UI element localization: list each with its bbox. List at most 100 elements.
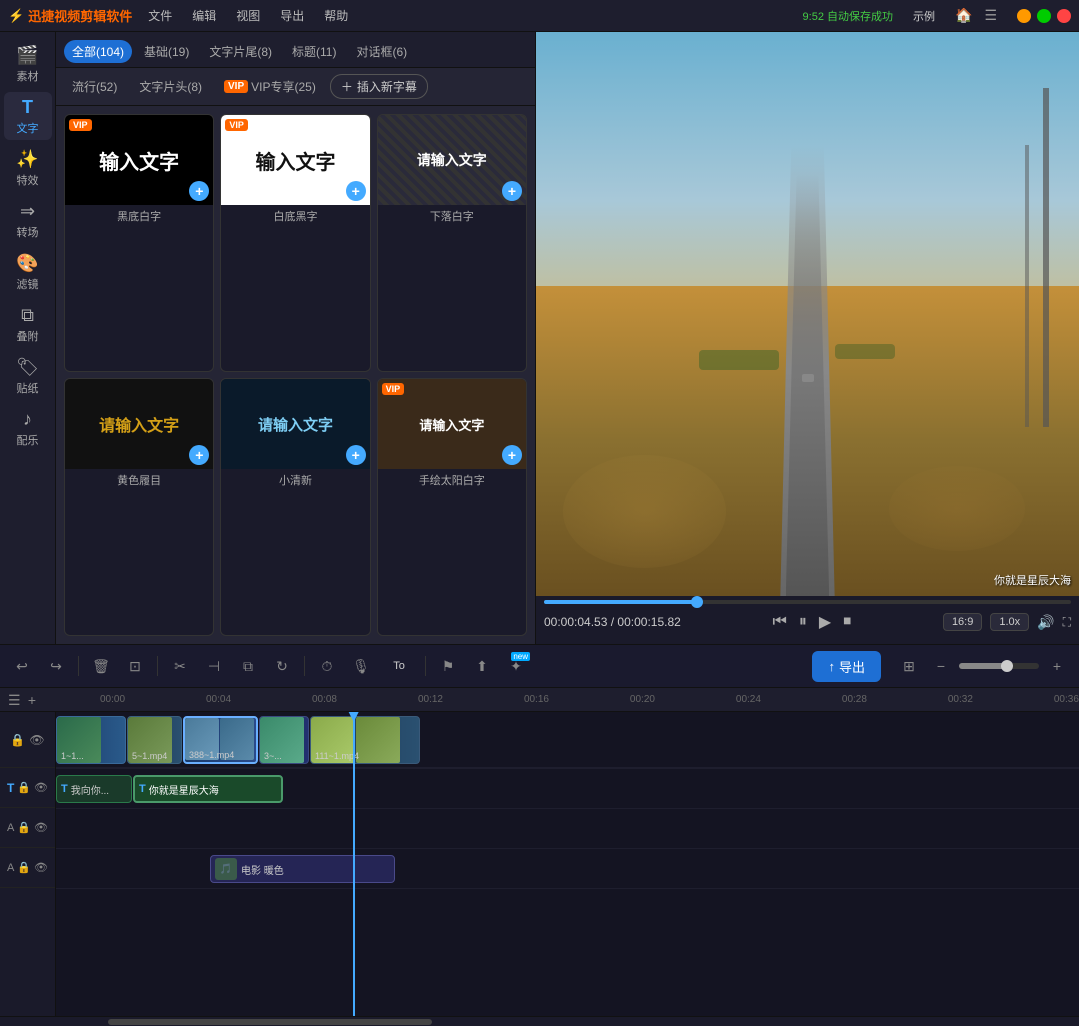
text-track2-lock-icon[interactable]: 🔒 xyxy=(17,821,31,834)
menu-icon[interactable]: ☰ xyxy=(984,7,997,24)
asset-text-3: 请输入文字 xyxy=(417,150,487,170)
music-track-eye-icon[interactable]: 👁 xyxy=(34,861,48,874)
asset-add-3[interactable]: + xyxy=(502,181,522,201)
sidebar-item-filter[interactable]: 🎨 滤镜 xyxy=(4,248,52,296)
asset-text-4: 请输入文字 xyxy=(99,412,179,436)
music-track-lock-icon[interactable]: 🔒 xyxy=(17,861,31,874)
menu-help[interactable]: 帮助 xyxy=(324,7,348,24)
crop-button[interactable]: ⊡ xyxy=(121,652,149,680)
menu-lines-icon[interactable]: ☰ xyxy=(8,692,21,708)
flag-button[interactable]: ⚑ xyxy=(434,652,462,680)
split-button[interactable]: ⊣ xyxy=(200,652,228,680)
asset-item-transparent[interactable]: 请输入文字 + 下落白字 xyxy=(377,114,527,372)
to-button[interactable]: To xyxy=(381,652,417,680)
ruler-time-5: 00:20 xyxy=(630,694,655,705)
cut-button[interactable]: ✂ xyxy=(166,652,194,680)
redo-button[interactable]: ↪ xyxy=(42,652,70,680)
sidebar-item-sticker[interactable]: 🏷 贴纸 xyxy=(4,352,52,400)
timeline-scrollbar[interactable] xyxy=(0,1016,1079,1026)
play-button[interactable]: ▶ xyxy=(819,612,831,632)
progress-track[interactable] xyxy=(544,600,1071,604)
maximize-button[interactable] xyxy=(1037,9,1051,23)
insert-subtitle-button[interactable]: ＋ 插入新字幕 xyxy=(330,74,428,99)
bottom-area: ↩ ↪ 🗑 ⊡ ✂ ⊣ ⧉ ↻ ⏱ 🎙 To ⚑ ⬆ ✦ new ↑ 导出 ⊞ … xyxy=(0,644,1079,1026)
transition-icon: ⇒ xyxy=(20,201,35,222)
track-controls: 🔒 👁 T 🔒 👁 A 🔒 👁 A 🔒 xyxy=(0,712,56,1016)
ratio-selector[interactable]: 16:9 xyxy=(943,613,982,631)
copy-button[interactable]: ⧉ xyxy=(234,652,262,680)
sidebar-item-effects[interactable]: ✨ 特效 xyxy=(4,144,52,192)
skip-back-button[interactable]: ⏮ xyxy=(773,613,787,631)
save-status: 9:52 自动保存成功 xyxy=(803,8,893,24)
menu-edit[interactable]: 编辑 xyxy=(192,7,216,24)
text-clip-1[interactable]: T 我向你... xyxy=(56,775,132,803)
text-clip-label-2: 你就是星辰大海 xyxy=(149,782,219,797)
new-button[interactable]: ✦ new xyxy=(502,652,530,680)
asset-item-yellow[interactable]: 请输入文字 + 黄色履目 xyxy=(64,378,214,636)
tab-all[interactable]: 全部(104) xyxy=(64,40,132,63)
share-button[interactable]: ⬆ xyxy=(468,652,496,680)
asset-add-6[interactable]: + xyxy=(502,445,522,465)
sidebar-item-overlay[interactable]: ⧉ 叠附 xyxy=(4,300,52,348)
sidebar-label-effects: 特效 xyxy=(17,172,39,188)
timeline-scroll-thumb[interactable] xyxy=(108,1019,432,1025)
subtab-text-head[interactable]: 文字片头(8) xyxy=(131,76,210,97)
delete-button[interactable]: 🗑 xyxy=(87,652,115,680)
playback-right: 16:9 1.0x 🔊 ⛶ xyxy=(943,613,1071,631)
asset-item-white-black[interactable]: VIP 输入文字 + 白底黑字 xyxy=(220,114,370,372)
text-track-row-1: T 我向你... T 你就是星辰大海 xyxy=(56,769,1079,809)
asset-item-black-white[interactable]: VIP 输入文字 + 黑底白字 xyxy=(64,114,214,372)
subtab-popular[interactable]: 流行(52) xyxy=(64,76,125,97)
asset-item-cyan[interactable]: 请输入文字 + 小清新 xyxy=(220,378,370,636)
stop-button[interactable]: ⏹ xyxy=(843,613,851,631)
tab-dialog[interactable]: 对话框(6) xyxy=(348,40,415,63)
minimize-button[interactable] xyxy=(1017,9,1031,23)
subtab-vip[interactable]: VIP VIP专享(25) xyxy=(216,76,324,97)
zoom-in-button[interactable]: + xyxy=(1043,652,1071,680)
volume-icon[interactable]: 🔊 xyxy=(1037,614,1054,631)
record-button[interactable]: 🎙 xyxy=(347,652,375,680)
video-lock-icon[interactable]: 🔒 xyxy=(10,733,25,747)
zoom-slider[interactable] xyxy=(959,663,1039,669)
video-clip-1[interactable]: 1~1... xyxy=(56,716,126,764)
asset-add-5[interactable]: + xyxy=(346,445,366,465)
pause-button[interactable]: ⏸ xyxy=(799,613,807,631)
menu-export[interactable]: 导出 xyxy=(280,7,304,24)
undo-button[interactable]: ↩ xyxy=(8,652,36,680)
sidebar-item-text[interactable]: T 文字 xyxy=(4,92,52,140)
asset-add-2[interactable]: + xyxy=(346,181,366,201)
grid-view-button[interactable]: ⊞ xyxy=(895,652,923,680)
asset-add-1[interactable]: + xyxy=(189,181,209,201)
text-track-lock-icon[interactable]: 🔒 xyxy=(17,781,31,794)
sidebar-item-music[interactable]: ♪ 配乐 xyxy=(4,404,52,452)
asset-item-vip-sun[interactable]: VIP 请输入文字 + 手绘太阳白字 xyxy=(377,378,527,636)
tab-text-ending[interactable]: 文字片尾(8) xyxy=(201,40,280,63)
home-icon[interactable]: 🏠 xyxy=(955,7,972,24)
fullscreen-button[interactable]: ⛶ xyxy=(1063,615,1071,630)
asset-add-4[interactable]: + xyxy=(189,445,209,465)
close-button[interactable] xyxy=(1057,9,1071,23)
time-button[interactable]: ⏱ xyxy=(313,652,341,680)
video-clip-3[interactable]: 388~1.mp4 xyxy=(183,716,258,764)
zoom-out-button[interactable]: − xyxy=(927,652,955,680)
menu-file[interactable]: 文件 xyxy=(148,7,172,24)
video-clip-5[interactable]: 111~1.mp4 xyxy=(310,716,420,764)
video-clip-4[interactable]: 3~... xyxy=(259,716,309,764)
sidebar-item-transition[interactable]: ⇒ 转场 xyxy=(4,196,52,244)
text-track2-eye-icon[interactable]: 👁 xyxy=(34,821,48,834)
speed-selector[interactable]: 1.0x xyxy=(990,613,1029,631)
tab-title[interactable]: 标题(11) xyxy=(284,40,344,63)
video-eye-icon[interactable]: 👁 xyxy=(29,733,44,747)
export-button[interactable]: ↑ 导出 xyxy=(812,651,881,682)
progress-thumb[interactable] xyxy=(691,596,703,608)
text-clip-2[interactable]: T 你就是星辰大海 xyxy=(133,775,283,803)
text-track-eye-icon[interactable]: 👁 xyxy=(34,781,48,794)
add-track-icon[interactable]: + xyxy=(28,692,36,708)
ruler-time-7: 00:28 xyxy=(842,694,867,705)
tab-basic[interactable]: 基础(19) xyxy=(136,40,197,63)
menu-view[interactable]: 视图 xyxy=(236,7,260,24)
rotate-button[interactable]: ↻ xyxy=(268,652,296,680)
music-clip-1[interactable]: 🎵 电影 暖色 xyxy=(210,855,395,883)
sidebar-item-material[interactable]: 🎬 素材 xyxy=(4,40,52,88)
video-clip-2[interactable]: 5~1.mp4 xyxy=(127,716,182,764)
